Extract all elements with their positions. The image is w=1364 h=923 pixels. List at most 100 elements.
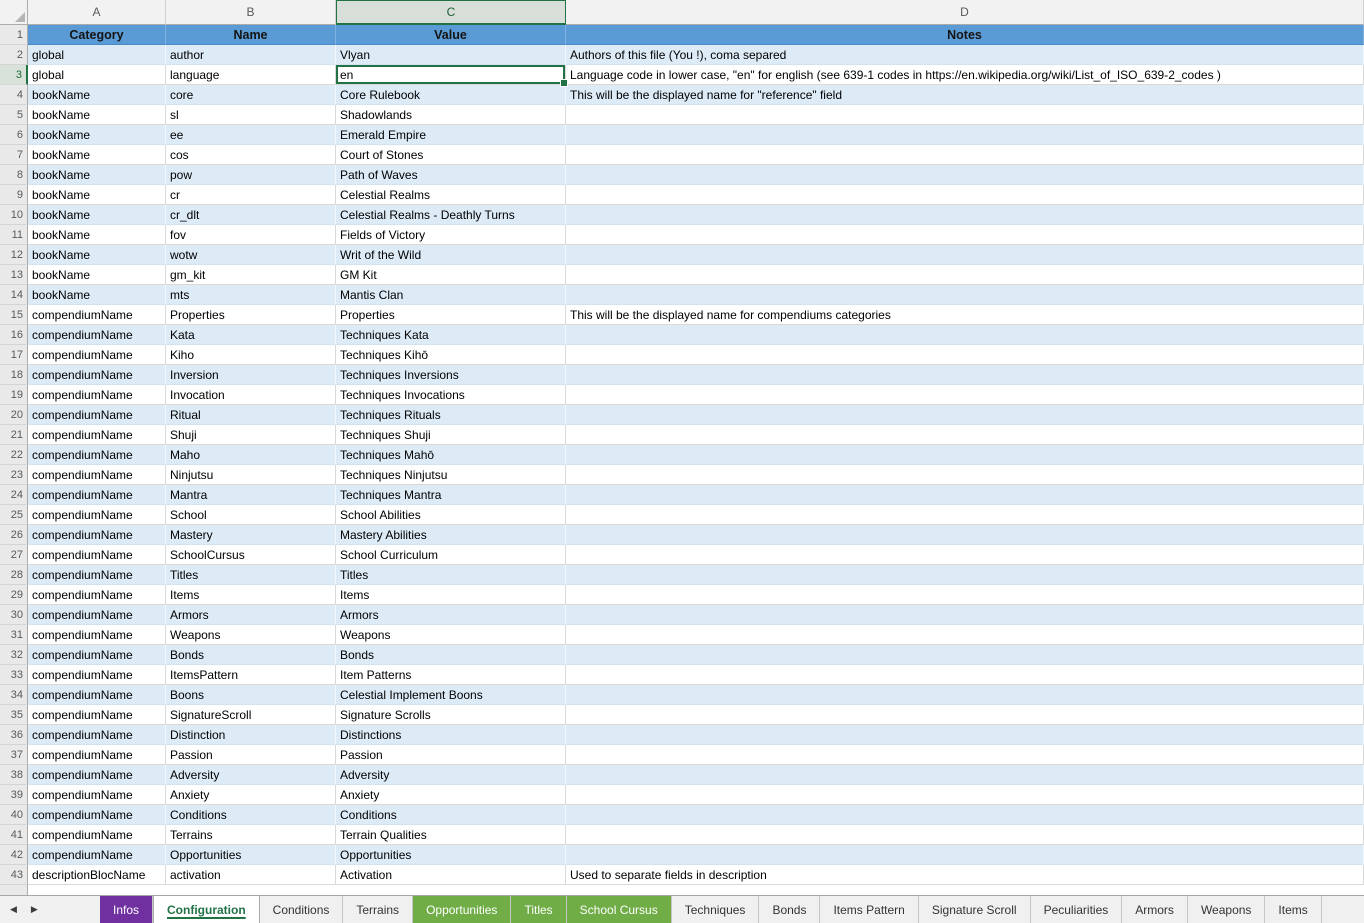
cell-category[interactable]: compendiumName [28, 785, 166, 805]
cell-value[interactable]: Activation [336, 865, 566, 885]
row-number[interactable]: 29 [0, 585, 28, 605]
cell-notes[interactable] [566, 205, 1364, 225]
cell-category[interactable]: compendiumName [28, 585, 166, 605]
cell-name[interactable]: cr [166, 185, 336, 205]
row-number[interactable]: 2 [0, 45, 28, 65]
cell-category[interactable]: compendiumName [28, 645, 166, 665]
sheet-tab-conditions[interactable]: Conditions [260, 896, 344, 923]
cell-value[interactable]: Vlyan [336, 45, 566, 65]
cell-value[interactable]: Distinctions [336, 725, 566, 745]
cell-value[interactable]: Celestial Implement Boons [336, 685, 566, 705]
cell-name[interactable]: Passion [166, 745, 336, 765]
cell-name[interactable]: core [166, 85, 336, 105]
cell-notes[interactable] [566, 325, 1364, 345]
cell-category[interactable]: compendiumName [28, 485, 166, 505]
column-header-c[interactable]: C [336, 0, 566, 25]
row-number[interactable]: 37 [0, 745, 28, 765]
cell-name[interactable]: Boons [166, 685, 336, 705]
row-number[interactable]: 26 [0, 525, 28, 545]
cell-notes[interactable] [566, 245, 1364, 265]
row-number[interactable]: 35 [0, 705, 28, 725]
row-number[interactable]: 13 [0, 265, 28, 285]
cell-notes[interactable] [566, 785, 1364, 805]
cell-notes[interactable] [566, 585, 1364, 605]
cell-category[interactable]: compendiumName [28, 505, 166, 525]
row-number[interactable]: 34 [0, 685, 28, 705]
cell-category[interactable]: compendiumName [28, 685, 166, 705]
row-number[interactable]: 4 [0, 85, 28, 105]
cell-value[interactable]: Opportunities [336, 845, 566, 865]
cell-value[interactable]: Properties [336, 305, 566, 325]
cell-name[interactable]: Kata [166, 325, 336, 345]
cell-name[interactable]: author [166, 45, 336, 65]
cell-category[interactable]: compendiumName [28, 545, 166, 565]
cell-name[interactable]: Mantra [166, 485, 336, 505]
cell-category[interactable]: bookName [28, 145, 166, 165]
cell-value[interactable]: Techniques Kihō [336, 345, 566, 365]
cell-name[interactable]: Conditions [166, 805, 336, 825]
cell-notes[interactable] [566, 625, 1364, 645]
cell-value[interactable]: Techniques Shuji [336, 425, 566, 445]
cell-notes[interactable]: This will be the displayed name for comp… [566, 305, 1364, 325]
cell-name[interactable]: Items [166, 585, 336, 605]
cell-name[interactable]: Armors [166, 605, 336, 625]
cell-notes[interactable] [566, 145, 1364, 165]
cell-notes[interactable] [566, 285, 1364, 305]
cell-value[interactable]: Terrain Qualities [336, 825, 566, 845]
cell-name[interactable]: Terrains [166, 825, 336, 845]
cell-notes[interactable] [566, 745, 1364, 765]
row-number[interactable]: 36 [0, 725, 28, 745]
row-number[interactable]: 24 [0, 485, 28, 505]
row-number[interactable]: 25 [0, 505, 28, 525]
cell-value[interactable]: Shadowlands [336, 105, 566, 125]
cell-notes[interactable] [566, 165, 1364, 185]
cell-category[interactable]: descriptionBlocName [28, 865, 166, 885]
cell-category[interactable]: bookName [28, 165, 166, 185]
cell-name[interactable]: Weapons [166, 625, 336, 645]
cell-name[interactable]: Adversity [166, 765, 336, 785]
row-number[interactable]: 41 [0, 825, 28, 845]
row-number[interactable]: 32 [0, 645, 28, 665]
cell-notes[interactable] [566, 525, 1364, 545]
cell-category[interactable]: bookName [28, 125, 166, 145]
cell-name[interactable]: Ritual [166, 405, 336, 425]
cell-notes[interactable] [566, 405, 1364, 425]
row-number[interactable]: 15 [0, 305, 28, 325]
row-number[interactable]: 27 [0, 545, 28, 565]
sheet-tab-bonds[interactable]: Bonds [759, 896, 820, 923]
cell-category[interactable]: bookName [28, 265, 166, 285]
cell-notes[interactable] [566, 385, 1364, 405]
cell-category[interactable]: compendiumName [28, 825, 166, 845]
cell-value[interactable]: Writ of the Wild [336, 245, 566, 265]
cell-name[interactable]: pow [166, 165, 336, 185]
cell-notes[interactable]: Authors of this file (You !), coma separ… [566, 45, 1364, 65]
cell-category[interactable]: compendiumName [28, 325, 166, 345]
cell-name[interactable]: fov [166, 225, 336, 245]
cell-category[interactable]: bookName [28, 285, 166, 305]
cell-notes[interactable] [566, 705, 1364, 725]
cell-notes[interactable] [566, 825, 1364, 845]
cell-category[interactable]: compendiumName [28, 405, 166, 425]
cell-name[interactable]: ee [166, 125, 336, 145]
sheet-tab-items-pattern[interactable]: Items Pattern [820, 896, 918, 923]
cell-name[interactable]: Invocation [166, 385, 336, 405]
sheet-tab-weapons[interactable]: Weapons [1188, 896, 1265, 923]
cell-category[interactable]: compendiumName [28, 565, 166, 585]
cell-name[interactable]: wotw [166, 245, 336, 265]
row-number[interactable]: 9 [0, 185, 28, 205]
cell-value[interactable]: Techniques Inversions [336, 365, 566, 385]
cell-notes[interactable] [566, 545, 1364, 565]
row-number[interactable]: 5 [0, 105, 28, 125]
cell-value[interactable]: Celestial Realms - Deathly Turns [336, 205, 566, 225]
row-number[interactable]: 6 [0, 125, 28, 145]
row-number[interactable]: 40 [0, 805, 28, 825]
cell-name[interactable]: language [166, 65, 336, 85]
cell-value[interactable]: Titles [336, 565, 566, 585]
cell-category[interactable]: compendiumName [28, 465, 166, 485]
row-number[interactable]: 10 [0, 205, 28, 225]
cell-value[interactable]: Passion [336, 745, 566, 765]
cell-category[interactable]: compendiumName [28, 845, 166, 865]
cell-notes[interactable] [566, 125, 1364, 145]
row-number[interactable]: 43 [0, 865, 28, 885]
cell-value[interactable]: Fields of Victory [336, 225, 566, 245]
